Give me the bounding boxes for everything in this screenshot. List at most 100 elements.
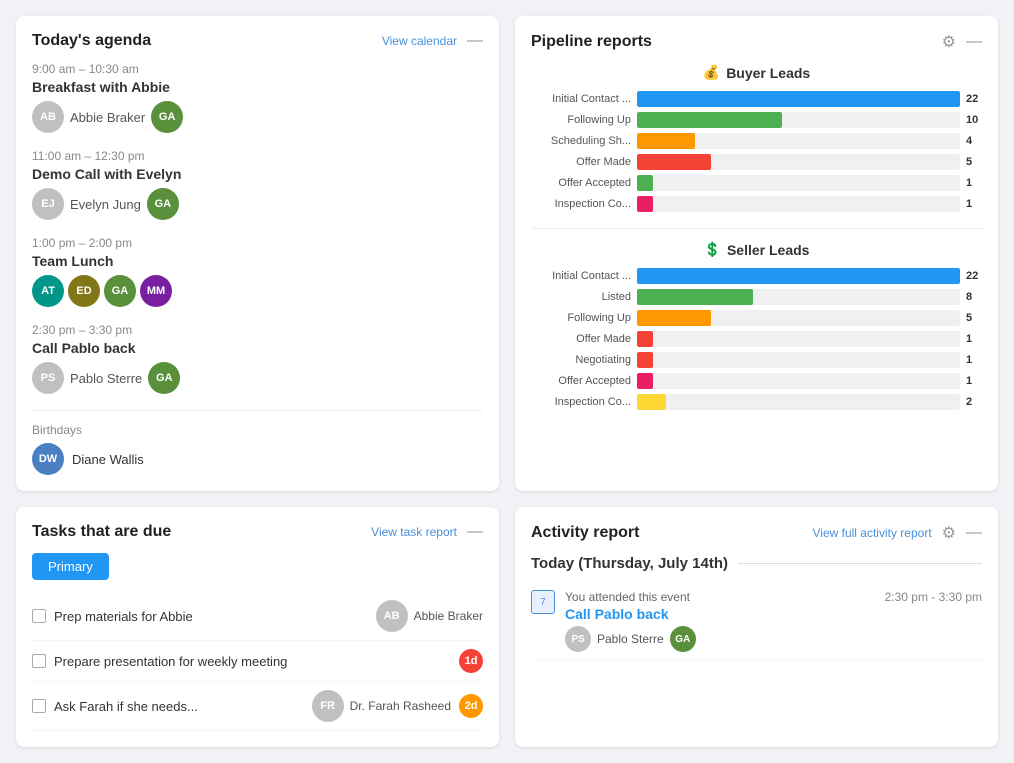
avatar: GA [148, 362, 180, 394]
agenda-actions: View calendar — [382, 32, 483, 50]
avatar: GA [147, 188, 179, 220]
activity-attendees: PS Pablo Sterre GA [565, 626, 982, 652]
pipeline-settings-icon[interactable]: ⚙ [942, 32, 956, 52]
bar-value: 22 [966, 270, 982, 282]
bar-row: Offer Made 5 [531, 154, 982, 170]
attendee-name: Pablo Sterre [70, 371, 142, 386]
bar-value: 1 [966, 333, 982, 345]
activity-date-row: Today (Thursday, July 14th) [531, 555, 982, 572]
bar-row: Following Up 5 [531, 310, 982, 326]
view-task-report-link[interactable]: View task report [371, 525, 457, 539]
bar-track [637, 154, 960, 170]
agenda-minimize-icon[interactable]: — [467, 32, 483, 50]
task-text: Ask Farah if she needs... [54, 699, 304, 714]
agenda-event-2: 11:00 am – 12:30 pm Demo Call with Evely… [32, 149, 483, 220]
buyer-leads-title: 💰 Buyer Leads [531, 64, 982, 81]
event-4-time: 2:30 pm – 3:30 pm [32, 323, 483, 337]
avatar: AB [32, 101, 64, 133]
avatar: GA [104, 275, 136, 307]
buyer-leads-icon: 💰 [703, 64, 720, 81]
view-activity-link[interactable]: View full activity report [813, 526, 932, 540]
event-1-time: 9:00 am – 10:30 am [32, 62, 483, 76]
task-text: Prep materials for Abbie [54, 609, 368, 624]
birthday-name: Diane Wallis [72, 452, 144, 467]
avatar: EJ [32, 188, 64, 220]
bar-value: 2 [966, 396, 982, 408]
bar-track [637, 394, 960, 410]
bar-value: 1 [966, 375, 982, 387]
bar-row: Scheduling Sh... 4 [531, 133, 982, 149]
assignee-name: Dr. Farah Rasheed [350, 699, 451, 713]
bar-label: Offer Accepted [531, 375, 631, 387]
bar-value: 8 [966, 291, 982, 303]
bar-row: Following Up 10 [531, 112, 982, 128]
birthdays-label: Birthdays [32, 423, 483, 437]
activity-settings-icon[interactable]: ⚙ [942, 523, 956, 543]
avatar: AT [32, 275, 64, 307]
bar-label: Inspection Co... [531, 396, 631, 408]
tasks-header: Tasks that are due View task report — [32, 523, 483, 541]
task-checkbox[interactable] [32, 699, 46, 713]
task-checkbox[interactable] [32, 609, 46, 623]
pipeline-minimize-icon[interactable]: — [966, 33, 982, 51]
activity-description: You attended this event [565, 590, 690, 604]
bar-track [637, 289, 960, 305]
activity-meta: You attended this event 2:30 pm - 3:30 p… [565, 590, 982, 606]
task-item-2: Prepare presentation for weekly meeting … [32, 641, 483, 682]
bar-value: 1 [966, 354, 982, 366]
bar-track [637, 352, 960, 368]
calendar-icon: 7 [531, 590, 555, 614]
event-3-attendees: AT ED GA MM [32, 275, 483, 307]
agenda-header: Today's agenda View calendar — [32, 32, 483, 50]
task-item-1: Prep materials for Abbie AB Abbie Braker [32, 592, 483, 641]
bar-row: Initial Contact ... 22 [531, 268, 982, 284]
event-2-attendees: EJ Evelyn Jung GA [32, 188, 483, 220]
bar-label: Offer Made [531, 156, 631, 168]
bar-label: Following Up [531, 312, 631, 324]
bar-row: Offer Accepted 1 [531, 175, 982, 191]
bar-label: Inspection Co... [531, 198, 631, 210]
bar-row: Listed 8 [531, 289, 982, 305]
event-4-attendees: PS Pablo Sterre GA [32, 362, 483, 394]
activity-event-link[interactable]: Call Pablo back [565, 606, 668, 622]
task-checkbox[interactable] [32, 654, 46, 668]
pipeline-title: Pipeline reports [531, 33, 652, 51]
task-text: Prepare presentation for weekly meeting [54, 654, 451, 669]
agenda-title: Today's agenda [32, 32, 151, 50]
bar-label: Scheduling Sh... [531, 135, 631, 147]
assignee-avatar: FR [312, 690, 344, 722]
bar-label: Offer Accepted [531, 177, 631, 189]
todays-agenda-card: Today's agenda View calendar — 9:00 am –… [16, 16, 499, 491]
birthday-avatar: DW [32, 443, 64, 475]
bar-row: Offer Made 1 [531, 331, 982, 347]
bar-label: Initial Contact ... [531, 270, 631, 282]
tab-primary[interactable]: Primary [32, 553, 109, 580]
assignee-avatar: AB [376, 600, 408, 632]
bar-row: Initial Contact ... 22 [531, 91, 982, 107]
birthday-item: DW Diane Wallis [32, 443, 483, 475]
attendee-name: Pablo Sterre [597, 632, 664, 646]
view-calendar-link[interactable]: View calendar [382, 34, 457, 48]
seller-leads-icon: 💲 [704, 241, 721, 258]
tasks-minimize-icon[interactable]: — [467, 523, 483, 541]
event-1-attendees: AB Abbie Braker GA [32, 101, 483, 133]
bar-value: 5 [966, 312, 982, 324]
attendee-name: Evelyn Jung [70, 197, 141, 212]
task-assignee: FR Dr. Farah Rasheed [312, 690, 451, 722]
bar-value: 1 [966, 198, 982, 210]
bar-label: Negotiating [531, 354, 631, 366]
task-due-badge: 1d [459, 649, 483, 673]
task-due-badge: 2d [459, 694, 483, 718]
activity-icon-col: 7 [531, 590, 555, 652]
seller-leads-section: 💲 Seller Leads Initial Contact ... 22 Li… [531, 241, 982, 410]
bar-track [637, 373, 960, 389]
tasks-actions: View task report — [371, 523, 483, 541]
activity-header: Activity report View full activity repor… [531, 523, 982, 543]
activity-title: Activity report [531, 524, 639, 542]
attendee-avatar: PS [565, 626, 591, 652]
bar-track [637, 196, 960, 212]
pipeline-reports-card: Pipeline reports ⚙ — 💰 Buyer Leads Initi… [515, 16, 998, 491]
bar-row: Inspection Co... 1 [531, 196, 982, 212]
bar-value: 10 [966, 114, 982, 126]
activity-minimize-icon[interactable]: — [966, 524, 982, 542]
